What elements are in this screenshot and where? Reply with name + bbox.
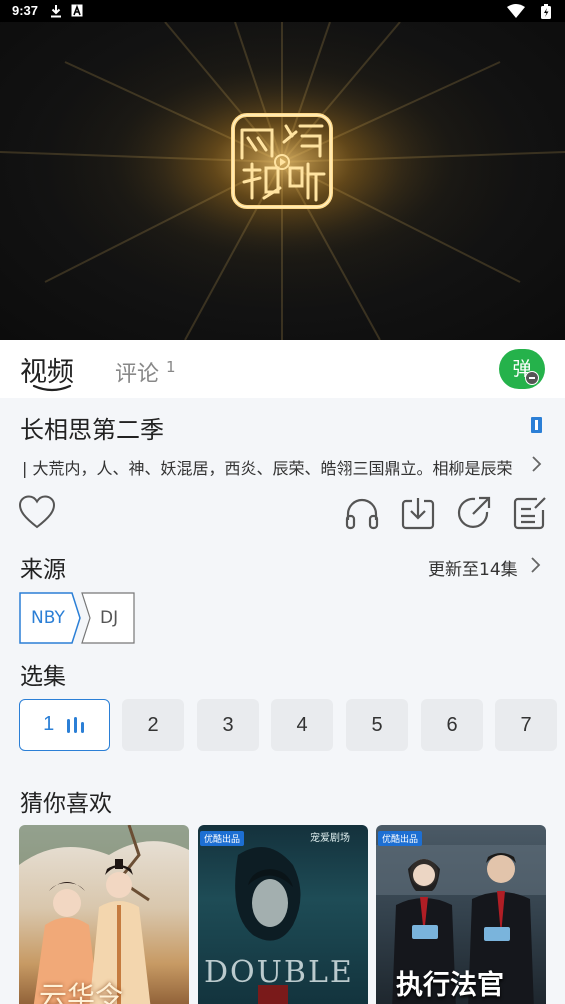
episode-number: 5 xyxy=(371,714,383,736)
battery-charging-icon xyxy=(541,4,551,19)
poster-title: DOUBLE xyxy=(204,955,354,990)
recommend-section-title: 猜你喜欢 xyxy=(20,791,112,817)
favorite-heart-icon[interactable] xyxy=(18,494,56,532)
poster-brand: 宠爱剧场 xyxy=(310,831,350,844)
show-title: 长相思第二季 xyxy=(20,416,164,444)
source-label-nby[interactable]: NBY xyxy=(31,608,65,628)
danmu-toggle-button[interactable]: 弹 xyxy=(499,349,545,389)
now-playing-icon xyxy=(66,716,84,733)
source-label-dj[interactable]: DJ xyxy=(100,608,118,628)
poster-title: 云华令 xyxy=(39,980,124,1004)
episode-number: 1 xyxy=(43,713,55,735)
download-icon[interactable] xyxy=(399,494,437,532)
episode-number: 7 xyxy=(520,714,532,736)
episode-number: 2 xyxy=(147,714,159,736)
share-icon[interactable] xyxy=(455,494,493,532)
comment-count: 1 xyxy=(166,358,176,376)
status-time: 9:37 xyxy=(12,3,39,18)
recommend-card-3[interactable]: 优酷出品 执行法官 xyxy=(376,825,546,1004)
episode-number: 4 xyxy=(296,714,308,736)
detail-tabs: 视频 评论 1 弹 xyxy=(0,340,565,398)
episode-number: 6 xyxy=(446,714,458,736)
episode-button-6[interactable]: 6 xyxy=(421,699,483,751)
chevron-right-icon[interactable] xyxy=(528,555,544,575)
info-badge-icon xyxy=(531,417,542,433)
youku-original-badge: 优酷出品 xyxy=(200,831,245,846)
update-status[interactable]: 更新至14集 xyxy=(428,555,518,580)
danmu-off-badge xyxy=(525,371,539,385)
episode-button-7[interactable]: 7 xyxy=(495,699,557,751)
headphones-icon[interactable] xyxy=(343,494,381,532)
episode-button-2[interactable]: 2 xyxy=(122,699,184,751)
recommend-card-2[interactable]: 优酷出品 宠爱剧场 DOUBLE xyxy=(198,825,368,1004)
youku-original-badge: 优酷出品 xyxy=(378,831,423,846)
episode-button-1[interactable]: 1 xyxy=(19,699,110,751)
episode-number: 3 xyxy=(222,714,234,736)
source-section-title: 来源 xyxy=(20,557,66,583)
tab-comments[interactable]: 评论 xyxy=(115,356,159,388)
status-bar: 9:37 xyxy=(0,0,565,22)
episode-button-4[interactable]: 4 xyxy=(271,699,333,751)
show-description[interactable]: | 大荒内，人、神、妖混居，西炎、辰荣、皓翎三国鼎立。相柳是辰荣义军军师 xyxy=(22,455,512,479)
chevron-right-icon[interactable] xyxy=(528,452,546,476)
video-player[interactable] xyxy=(0,22,565,340)
download-icon xyxy=(51,5,61,18)
font-a-icon xyxy=(71,4,83,17)
edit-note-icon[interactable] xyxy=(511,494,549,532)
network-av-logo xyxy=(231,113,333,209)
poster-title: 执行法官 xyxy=(396,970,504,1001)
recommend-card-1[interactable]: 云华令 xyxy=(19,825,189,1004)
episode-button-3[interactable]: 3 xyxy=(197,699,259,751)
wifi-icon xyxy=(507,4,525,18)
tab-active-indicator xyxy=(32,384,72,392)
episodes-section-title: 选集 xyxy=(20,664,66,690)
episode-button-5[interactable]: 5 xyxy=(346,699,408,751)
